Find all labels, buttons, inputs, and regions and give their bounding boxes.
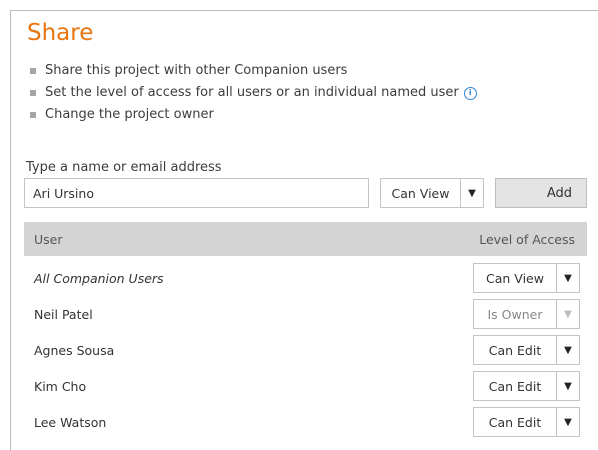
row-access-value: Is Owner bbox=[487, 306, 543, 322]
page-title: Share bbox=[27, 20, 94, 46]
dropdown-arrow-icon[interactable]: ▼ bbox=[556, 372, 579, 400]
name-field-label: Type a name or email address bbox=[26, 160, 222, 175]
dropdown-arrow-icon: ▼ bbox=[556, 300, 579, 328]
row-access-select[interactable]: Can Edit ▼ bbox=[473, 335, 580, 365]
bullet-item: Share this project with other Companion … bbox=[30, 60, 477, 82]
bullet-text: Share this project with other Companion … bbox=[45, 63, 348, 78]
row-access-value: Can Edit bbox=[488, 414, 542, 430]
bullet-square-icon bbox=[30, 68, 36, 74]
bullet-list: Share this project with other Companion … bbox=[30, 60, 477, 126]
column-header-access: Level of Access bbox=[479, 231, 575, 247]
table-row: Lee Watson Can Edit ▼ bbox=[24, 404, 587, 440]
table-row: All Companion Users Can View ▼ bbox=[24, 260, 587, 296]
access-level-select[interactable]: Can View ▼ bbox=[380, 178, 484, 208]
dropdown-arrow-icon[interactable]: ▼ bbox=[556, 264, 579, 292]
row-access-select[interactable]: Can Edit ▼ bbox=[473, 407, 580, 437]
info-icon[interactable]: i bbox=[463, 86, 477, 100]
row-access-value: Can View bbox=[486, 270, 544, 286]
dropdown-arrow-icon[interactable]: ▼ bbox=[556, 336, 579, 364]
dropdown-arrow-icon[interactable]: ▼ bbox=[556, 408, 579, 436]
dropdown-arrow-icon[interactable]: ▼ bbox=[460, 179, 483, 207]
bullet-square-icon bbox=[30, 90, 36, 96]
row-access-select[interactable]: Can View ▼ bbox=[473, 263, 580, 293]
bullet-text: Set the level of access for all users or… bbox=[45, 85, 459, 100]
bullet-square-icon bbox=[30, 112, 36, 118]
user-table: All Companion Users Can View ▼ Neil Pate… bbox=[24, 260, 587, 440]
table-row: Agnes Sousa Can Edit ▼ bbox=[24, 332, 587, 368]
row-access-value: Can Edit bbox=[488, 378, 542, 394]
bullet-text: Change the project owner bbox=[45, 107, 214, 122]
bullet-item: Change the project owner bbox=[30, 104, 477, 126]
table-row: Neil Patel Is Owner ▼ bbox=[24, 296, 587, 332]
row-access-value: Can Edit bbox=[488, 342, 542, 358]
row-access-select[interactable]: Can Edit ▼ bbox=[473, 371, 580, 401]
bullet-item: Set the level of access for all users or… bbox=[30, 82, 477, 104]
column-header-user: User bbox=[34, 231, 63, 247]
table-header: User Level of Access bbox=[24, 222, 587, 256]
name-email-input[interactable] bbox=[24, 178, 369, 208]
add-button[interactable]: Add bbox=[495, 178, 587, 208]
row-access-select: Is Owner ▼ bbox=[473, 299, 580, 329]
table-row: Kim Cho Can Edit ▼ bbox=[24, 368, 587, 404]
access-level-value: Can View bbox=[391, 185, 450, 201]
